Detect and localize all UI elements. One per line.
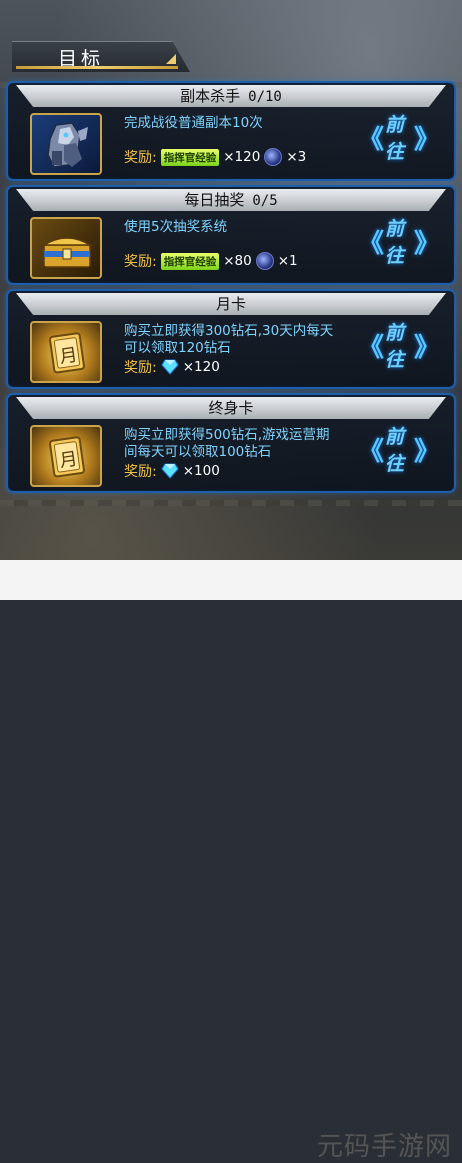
- background-stripe: [0, 500, 462, 506]
- card-icon-char: 月: [58, 345, 79, 368]
- month-card-icon: 月: [49, 332, 85, 374]
- description-line: 购买立即获得500钻石,游戏运营期: [124, 427, 330, 443]
- reward-label: 奖励:: [124, 360, 157, 376]
- task-name: 月卡: [215, 295, 246, 313]
- mech-icon: [30, 113, 102, 175]
- description-line: 可以领取120钻石: [124, 340, 231, 356]
- chevron-left-icon: 《: [358, 436, 385, 467]
- lifetime-card-icon-frame: 月: [30, 425, 102, 487]
- task-card-lifetime-card: 终身卡 月 购买立即获得500钻石,游戏运营期 间每天可以领取100钻石 奖励:…: [6, 393, 456, 493]
- task-card-daily-lottery: 每日抽奖 0/5 使用5次抽奖系统 奖励: 指挥官经验 ×80 ×1 《前往》: [6, 185, 456, 285]
- task-description: 购买立即获得500钻石,游戏运营期 间每天可以领取100钻石: [124, 427, 339, 461]
- reward-row: 奖励: 指挥官经验 ×80 ×1: [124, 251, 298, 271]
- goto-button[interactable]: 《前往》: [358, 109, 440, 165]
- task-description: 购买立即获得300钻石,30天内每天 可以领取120钻石: [124, 323, 339, 357]
- task-card-dungeon-killer: 副本杀手 0/10 完成战役普通副本10次 奖励: 指挥官经验 ×120 ×3 《…: [6, 81, 456, 181]
- lifetime-card-icon: 月: [49, 436, 85, 478]
- task-progress: 0/10: [248, 89, 282, 105]
- reward-row: 奖励: ×100: [124, 461, 220, 481]
- exp-quantity: ×120: [223, 149, 261, 165]
- commander-exp-badge: 指挥官经验: [160, 148, 220, 166]
- reward-row: 奖励: 指挥官经验 ×120 ×3: [124, 147, 306, 167]
- part-item-icon: [255, 252, 274, 270]
- commander-exp-badge: 指挥官经验: [160, 252, 220, 270]
- item-quantity: ×1: [277, 253, 298, 269]
- chevron-left-icon: 《: [358, 332, 385, 363]
- chest-icon-frame: [30, 217, 102, 279]
- goto-label: 前往: [385, 114, 405, 163]
- diamond-quantity: ×100: [182, 463, 220, 479]
- chevron-right-icon: 》: [413, 332, 440, 363]
- chevron-right-icon: 》: [413, 228, 440, 259]
- task-header: 月卡: [16, 293, 446, 315]
- treasure-chest-icon: [41, 237, 93, 268]
- reward-label: 奖励:: [124, 254, 157, 270]
- chevron-right-icon: 》: [413, 124, 440, 155]
- task-header: 每日抽奖 0/5: [16, 189, 446, 211]
- tab-notch: [166, 54, 176, 64]
- task-header: 副本杀手 0/10: [16, 85, 446, 107]
- reward-row: 奖励: ×120: [124, 357, 220, 377]
- diamond-icon: [161, 463, 179, 479]
- task-name: 每日抽奖: [184, 191, 245, 209]
- reward-label: 奖励:: [124, 464, 157, 480]
- description-line: 购买立即获得300钻石,30天内每天: [124, 323, 334, 339]
- task-name: 终身卡: [208, 399, 254, 417]
- goto-button[interactable]: 《前往》: [358, 213, 440, 269]
- chevron-right-icon: 》: [413, 436, 440, 467]
- goto-label: 前往: [385, 322, 405, 371]
- goto-button[interactable]: 《前往》: [358, 421, 440, 477]
- diamond-icon: [161, 359, 179, 375]
- exp-quantity: ×80: [223, 253, 252, 269]
- robot-icon: [47, 122, 88, 168]
- goto-label: 前往: [385, 218, 405, 267]
- card-icon-char: 月: [58, 449, 79, 472]
- diamond-quantity: ×120: [182, 359, 220, 375]
- reward-label: 奖励:: [124, 150, 157, 166]
- task-description: 使用5次抽奖系统: [124, 219, 228, 235]
- description-line: 间每天可以领取100钻石: [124, 444, 272, 460]
- task-progress: 0/5: [252, 193, 278, 209]
- panel-title-tab: 目标: [12, 41, 190, 72]
- goto-button[interactable]: 《前往》: [358, 317, 440, 373]
- chevron-left-icon: 《: [358, 124, 385, 155]
- task-description: 完成战役普通副本10次: [124, 115, 263, 131]
- goto-label: 前往: [385, 426, 405, 475]
- task-name: 副本杀手: [180, 87, 241, 105]
- month-card-icon-frame: 月: [30, 321, 102, 383]
- chevron-left-icon: 《: [358, 228, 385, 259]
- site-watermark: 元码手游网: [316, 1132, 452, 1162]
- task-header: 终身卡: [16, 397, 446, 419]
- item-quantity: ×3: [286, 149, 307, 165]
- footer-bar: 元码手游网: [0, 560, 462, 1162]
- task-card-monthly-card: 月卡 月 购买立即获得300钻石,30天内每天 可以领取120钻石 奖励: ×1…: [6, 289, 456, 389]
- title-underline: [16, 66, 178, 69]
- part-item-icon: [264, 148, 283, 166]
